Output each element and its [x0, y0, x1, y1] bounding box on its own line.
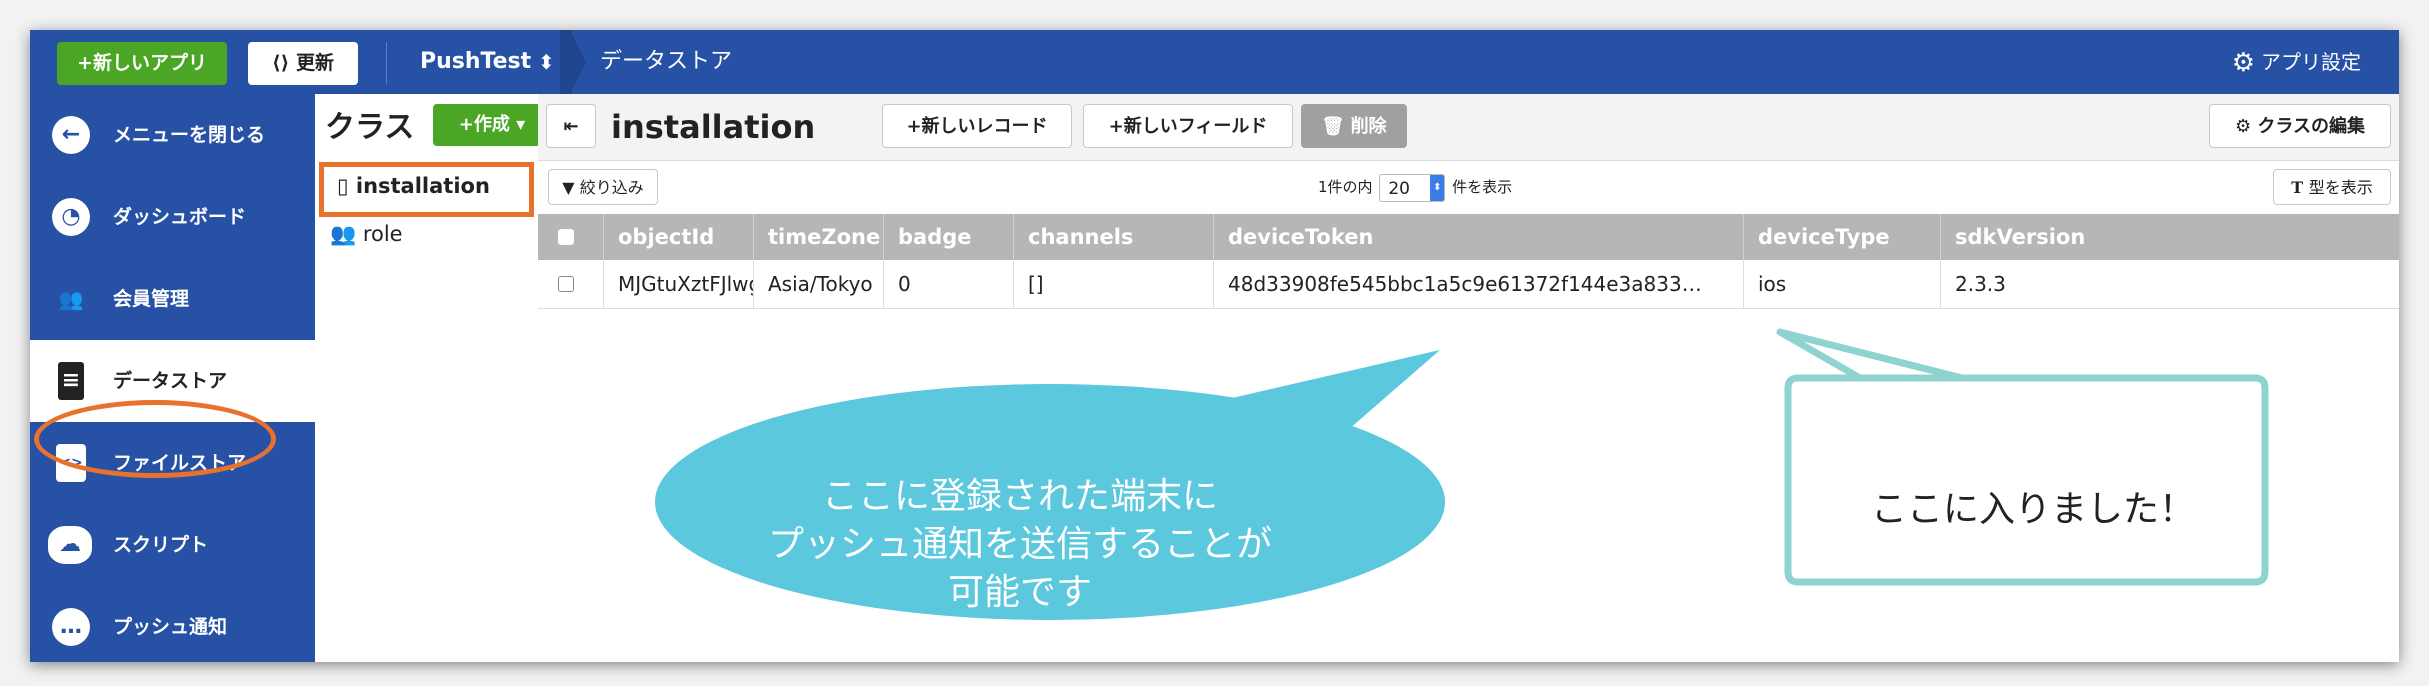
- app-window: +新しいアプリ ⟨⟩ 更新 PushTest ⬍ データストア ⚙ アプリ設定 ←…: [30, 30, 2399, 662]
- blue-callout-line: ここに登録された端末に: [821, 476, 1218, 517]
- blue-callout-text: ここに登録された端末に プッシュ通知を送信することが 可能です: [710, 473, 1330, 617]
- teal-callout-bubble: [1776, 328, 2269, 586]
- blue-callout-line: プッシュ通知を送信することが: [767, 524, 1272, 565]
- blue-callout-line: 可能です: [947, 572, 1092, 613]
- teal-callout-text: ここに入りました！: [1870, 489, 2195, 530]
